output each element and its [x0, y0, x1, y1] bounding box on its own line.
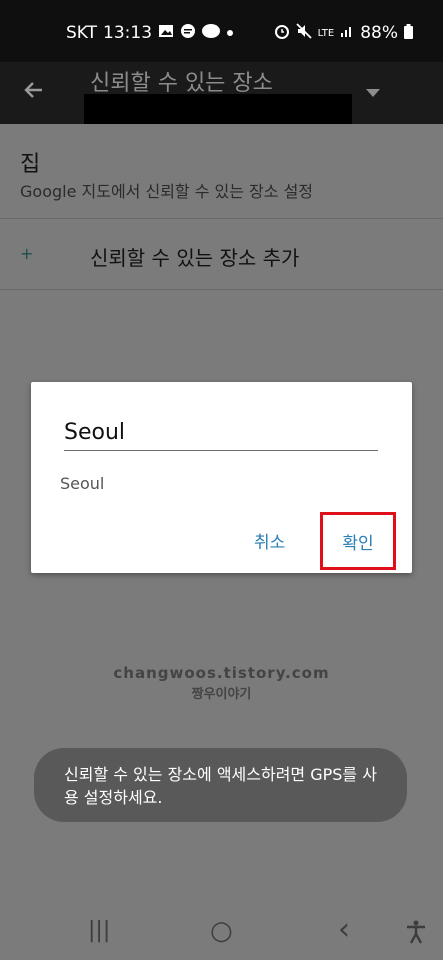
add-trusted-place-label: 신뢰할 수 있는 장소 추가 — [90, 246, 300, 270]
redaction-bar — [84, 94, 352, 124]
status-right: LTE 88% — [274, 23, 413, 43]
divider — [0, 218, 443, 219]
battery-percent: 88% — [360, 23, 398, 43]
status-left: SKT 13:13 — [66, 23, 234, 43]
gallery-icon — [158, 24, 174, 42]
status-bar: SKT 13:13 LTE 88% — [0, 0, 443, 62]
recents-button[interactable]: ||| — [88, 918, 110, 943]
message-icon — [180, 23, 196, 43]
battery-icon — [404, 23, 413, 43]
place-suggestion[interactable]: Seoul — [60, 474, 104, 493]
signal-icon — [340, 24, 354, 42]
back-button[interactable]: ‹ — [338, 912, 350, 947]
mute-icon — [295, 23, 312, 43]
watermark: changwoos.tistory.com 짱우이야기 — [0, 664, 443, 702]
system-nav-bar: ||| ○ ‹ — [0, 900, 443, 960]
clock: 13:13 — [103, 23, 153, 43]
network-label: LTE — [317, 27, 335, 39]
gps-toast: 신뢰할 수 있는 장소에 액세스하려면 GPS를 사용 설정하세요. — [34, 748, 407, 822]
home-place-title: 집 — [20, 152, 41, 177]
back-arrow-icon[interactable] — [22, 76, 46, 109]
home-place-subtitle: Google 지도에서 신뢰할 수 있는 장소 설정 — [20, 182, 314, 201]
alarm-icon — [274, 23, 290, 43]
place-search-input[interactable] — [64, 416, 378, 451]
dot-icon — [226, 25, 234, 41]
divider — [0, 289, 443, 290]
place-search-dialog: Seoul 취소 확인 — [31, 382, 412, 573]
carrier-label: SKT — [66, 23, 98, 43]
app-toolbar: 신뢰할 수 있는 장소 — [0, 62, 443, 124]
home-button[interactable]: ○ — [210, 916, 233, 946]
watermark-url: changwoos.tistory.com — [113, 664, 330, 682]
talk-icon — [202, 23, 221, 43]
confirm-button[interactable]: 확인 — [320, 512, 396, 570]
watermark-name: 짱우이야기 — [191, 687, 252, 702]
accessibility-icon[interactable] — [405, 920, 427, 950]
plus-icon: + — [20, 244, 34, 263]
page-title: 신뢰할 수 있는 장소 — [90, 71, 273, 96]
cancel-button[interactable]: 취소 — [254, 528, 285, 553]
dropdown-triangle-icon[interactable] — [366, 82, 380, 101]
